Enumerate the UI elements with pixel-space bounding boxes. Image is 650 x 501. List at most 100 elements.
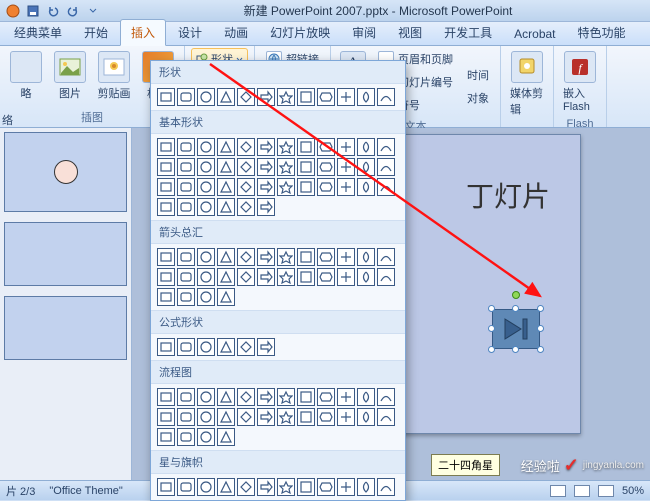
shape-option[interactable] [277,138,295,156]
resize-handle[interactable] [512,346,519,353]
resize-handle[interactable] [537,305,544,312]
ribbon-le-button[interactable]: 略 [6,48,46,104]
tab-dev[interactable]: 开发工具 [434,20,502,45]
shape-option[interactable] [257,88,275,106]
shape-option[interactable] [237,158,255,176]
shape-option[interactable] [177,198,195,216]
shape-option[interactable] [157,158,175,176]
shape-option[interactable] [377,88,395,106]
shape-option[interactable] [237,138,255,156]
shape-option[interactable] [337,268,355,286]
shape-option[interactable] [217,138,235,156]
shape-option[interactable] [317,248,335,266]
datetime-button[interactable]: 时间 [462,64,494,86]
shape-option[interactable] [337,408,355,426]
shape-option[interactable] [377,388,395,406]
shape-option[interactable] [297,138,315,156]
shape-option[interactable] [197,138,215,156]
resize-handle[interactable] [488,346,495,353]
shape-option[interactable] [257,178,275,196]
shapes-gallery[interactable]: 形状 基本形状 箭头总汇 公式形状 流程图 星与旗帜 [150,60,406,501]
shape-option[interactable] [337,158,355,176]
shape-option[interactable] [177,428,195,446]
shape-option[interactable] [377,138,395,156]
shape-option[interactable] [257,338,275,356]
shape-option[interactable] [257,388,275,406]
shape-option[interactable] [277,408,295,426]
sorter-view-button[interactable] [574,485,590,497]
shape-option[interactable] [237,178,255,196]
shape-option[interactable] [157,178,175,196]
shape-option[interactable] [277,178,295,196]
shape-option[interactable] [197,428,215,446]
shape-option[interactable] [277,248,295,266]
object-button[interactable]: 对象 [462,87,494,109]
shape-option[interactable] [237,388,255,406]
shape-option[interactable] [197,408,215,426]
shape-option[interactable] [197,288,215,306]
shape-option[interactable] [197,88,215,106]
tab-review[interactable]: 审阅 [342,20,386,45]
shape-option[interactable] [297,158,315,176]
normal-view-button[interactable] [550,485,566,497]
shape-option[interactable] [217,478,235,496]
shape-option[interactable] [217,268,235,286]
thumbnail-1[interactable] [4,132,127,212]
undo-icon[interactable] [44,2,62,20]
shape-option[interactable] [317,158,335,176]
tab-classic[interactable]: 经典菜单 [4,20,72,45]
picture-button[interactable]: 图片 [50,48,90,104]
clipart-button[interactable]: 剪贴画 [94,48,134,104]
shape-option[interactable] [297,88,315,106]
resize-handle[interactable] [488,305,495,312]
shape-option[interactable] [297,248,315,266]
shape-option[interactable] [357,88,375,106]
tab-insert[interactable]: 插入 [120,19,166,46]
shape-option[interactable] [257,248,275,266]
shape-option[interactable] [197,198,215,216]
redo-icon[interactable] [64,2,82,20]
shape-option[interactable] [217,198,235,216]
shape-option[interactable] [377,178,395,196]
shape-option[interactable] [297,388,315,406]
shape-option[interactable] [337,178,355,196]
shape-option[interactable] [277,388,295,406]
shape-option[interactable] [157,88,175,106]
shape-option[interactable] [197,158,215,176]
shape-option[interactable] [217,158,235,176]
shape-option[interactable] [317,408,335,426]
shape-option[interactable] [217,178,235,196]
shape-option[interactable] [337,388,355,406]
shape-option[interactable] [257,138,275,156]
shape-option[interactable] [277,268,295,286]
resize-handle[interactable] [512,305,519,312]
shape-option[interactable] [317,138,335,156]
shape-option[interactable] [357,248,375,266]
shape-option[interactable] [237,268,255,286]
rotate-handle[interactable] [512,291,520,299]
shape-option[interactable] [277,158,295,176]
shape-option[interactable] [157,388,175,406]
tab-view[interactable]: 视图 [388,20,432,45]
shape-option[interactable] [257,408,275,426]
shape-option[interactable] [377,158,395,176]
save-icon[interactable] [24,2,42,20]
tab-home[interactable]: 开始 [74,20,118,45]
shape-option[interactable] [177,288,195,306]
shape-option[interactable] [217,408,235,426]
shape-option[interactable] [157,288,175,306]
shape-option[interactable] [257,268,275,286]
tab-anim[interactable]: 动画 [214,20,258,45]
resize-handle[interactable] [537,346,544,353]
shape-option[interactable] [237,248,255,266]
shape-option[interactable] [157,338,175,356]
shape-option[interactable] [217,288,235,306]
shape-option[interactable] [237,408,255,426]
slide-thumbnails[interactable] [0,128,132,480]
shape-option[interactable] [357,388,375,406]
shape-option[interactable] [277,88,295,106]
slideshow-view-button[interactable] [598,485,614,497]
shape-option[interactable] [157,478,175,496]
shape-option[interactable] [317,478,335,496]
thumbnail-2[interactable] [4,222,127,286]
